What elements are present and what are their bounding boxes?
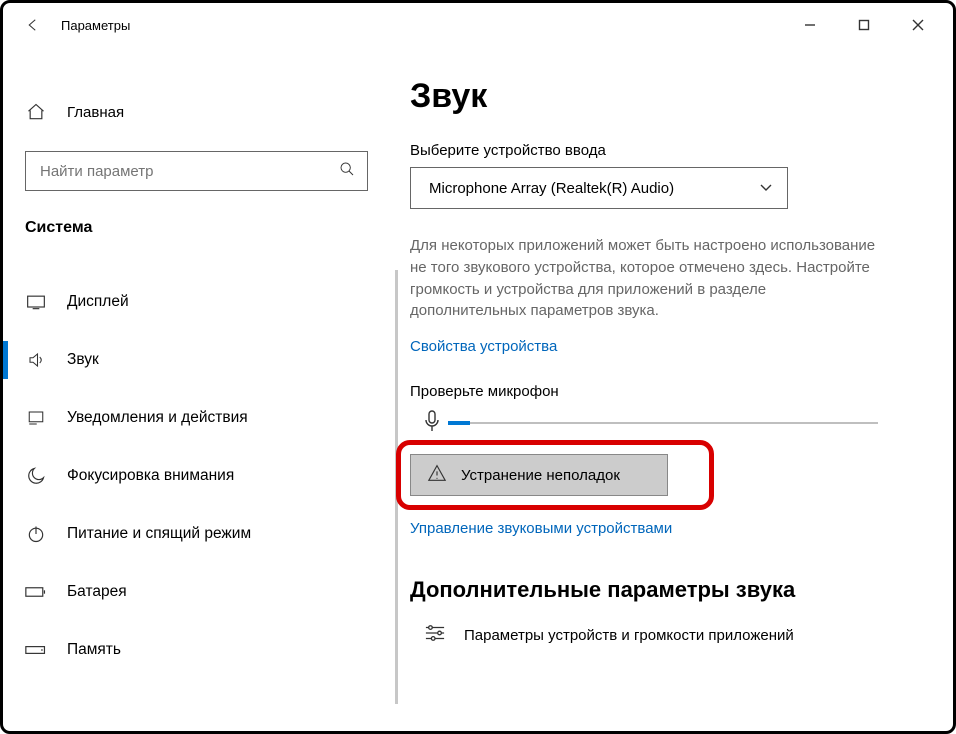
- nav-list: Дисплей Звук Уведомления и действия Фоку…: [3, 273, 398, 679]
- troubleshoot-button[interactable]: Устранение неполадок: [410, 454, 668, 496]
- advanced-item-label: Параметры устройств и громкости приложен…: [464, 627, 794, 644]
- sidebar-item-notifications[interactable]: Уведомления и действия: [3, 389, 398, 447]
- mic-level-row: [410, 410, 933, 436]
- sidebar-item-sound[interactable]: Звук: [3, 331, 398, 389]
- notifications-icon: [25, 407, 47, 429]
- device-properties-link[interactable]: Свойства устройства: [410, 338, 557, 355]
- focus-icon: [25, 465, 47, 487]
- manage-devices-link[interactable]: Управление звуковыми устройствами: [410, 520, 672, 537]
- advanced-heading: Дополнительные параметры звука: [410, 577, 933, 603]
- advanced-app-volume[interactable]: Параметры устройств и громкости приложен…: [410, 623, 933, 647]
- sidebar-item-battery[interactable]: Батарея: [3, 563, 398, 621]
- sidebar-item-label: Уведомления и действия: [67, 409, 248, 427]
- warning-icon: [427, 464, 447, 486]
- sidebar-item-label: Дисплей: [67, 293, 129, 311]
- microphone-icon: [424, 410, 440, 436]
- input-device-description: Для некоторых приложений может быть наст…: [410, 235, 880, 322]
- search-input[interactable]: [38, 162, 339, 181]
- power-icon: [25, 523, 47, 545]
- sidebar: Главная Система Дисплей Звук Уведомления…: [3, 47, 398, 731]
- search-box[interactable]: [25, 151, 368, 191]
- close-button[interactable]: [891, 6, 945, 44]
- mic-level-value: [448, 421, 470, 425]
- back-button[interactable]: [19, 11, 47, 39]
- sidebar-item-display[interactable]: Дисплей: [3, 273, 398, 331]
- storage-icon: [25, 639, 47, 661]
- titlebar: Параметры: [3, 3, 953, 47]
- sidebar-home[interactable]: Главная: [3, 91, 398, 133]
- window-controls: [783, 6, 945, 44]
- input-device-value: Microphone Array (Realtek(R) Audio): [429, 180, 674, 197]
- maximize-button[interactable]: [837, 6, 891, 44]
- sidebar-item-label: Фокусировка внимания: [67, 467, 234, 485]
- content-area: Звук Выберите устройство ввода Microphon…: [398, 47, 953, 731]
- troubleshoot-label: Устранение неполадок: [461, 467, 620, 484]
- mic-level-bar: [448, 422, 878, 424]
- sidebar-item-label: Батарея: [67, 583, 127, 601]
- home-icon: [25, 101, 47, 123]
- display-icon: [25, 291, 47, 313]
- input-device-dropdown[interactable]: Microphone Array (Realtek(R) Audio): [410, 167, 788, 209]
- sidebar-item-focus[interactable]: Фокусировка внимания: [3, 447, 398, 505]
- sidebar-item-label: Звук: [67, 351, 99, 369]
- sidebar-item-label: Питание и спящий режим: [67, 525, 251, 543]
- sound-icon: [25, 349, 47, 371]
- sidebar-section-label: Система: [3, 199, 398, 247]
- sliders-icon: [424, 623, 446, 647]
- sidebar-home-label: Главная: [67, 104, 124, 121]
- chevron-down-icon: [759, 180, 773, 196]
- sidebar-item-power[interactable]: Питание и спящий режим: [3, 505, 398, 563]
- test-mic-label: Проверьте микрофон: [410, 383, 933, 400]
- sidebar-item-storage[interactable]: Память: [3, 621, 398, 679]
- window-title: Параметры: [61, 18, 130, 33]
- search-icon: [339, 161, 355, 181]
- battery-icon: [25, 581, 47, 603]
- minimize-button[interactable]: [783, 6, 837, 44]
- input-device-label: Выберите устройство ввода: [410, 142, 933, 159]
- sidebar-item-label: Память: [67, 641, 121, 659]
- page-title: Звук: [410, 77, 933, 116]
